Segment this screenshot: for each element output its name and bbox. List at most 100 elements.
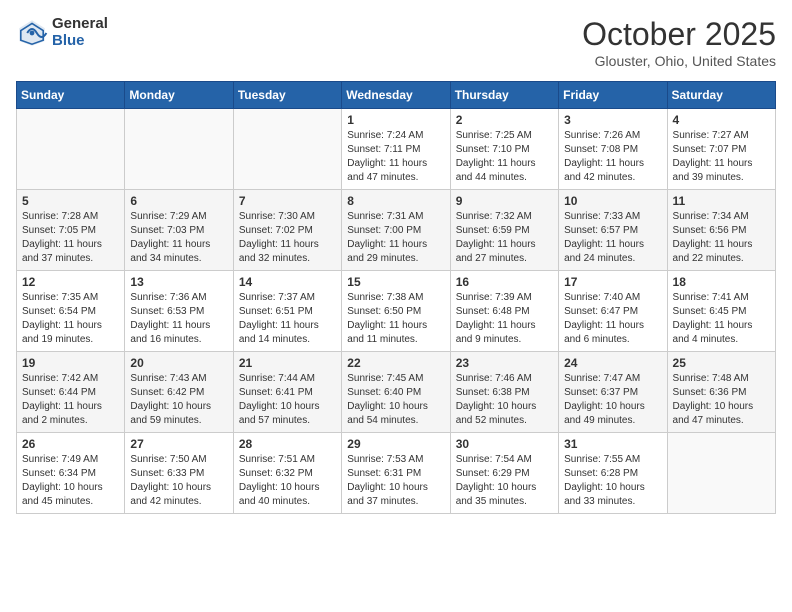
day-number: 16 [456,275,553,289]
day-info: Sunrise: 7:54 AMSunset: 6:29 PMDaylight:… [456,453,553,509]
logo-icon [16,17,48,49]
calendar-day-26: 26Sunrise: 7:49 AMSunset: 6:34 PMDayligh… [17,433,125,514]
day-info: Sunrise: 7:43 AMSunset: 6:42 PMDaylight:… [130,372,227,428]
calendar-day-14: 14 Sunrise: 7:37 AMSunset: 6:51 PMDayligh… [233,271,341,352]
day-info: Sunrise: 7:37 AMSunset: 6:51 PMDaylight:… [239,291,336,347]
location-text: Glouster, Ohio, United States [582,53,776,69]
weekday-header-tuesday: Tuesday [233,82,341,109]
calendar-day-5: 5Sunrise: 7:28 AMSunset: 7:05 PMDaylight… [17,190,125,271]
calendar-day-11: 11 Sunrise: 7:34 AMSunset: 6:56 PMDayligh… [667,190,775,271]
calendar-day-28: 28Sunrise: 7:51 AMSunset: 6:32 PMDayligh… [233,433,341,514]
day-number: 8 [347,194,444,208]
calendar-day-21: 21 Sunrise: 7:44 AMSunset: 6:41 PMDayligh… [233,352,341,433]
day-info: Sunrise: 7:53 AMSunset: 6:31 PMDaylight:… [347,453,444,509]
day-number: 5 [22,194,119,208]
calendar-day-7: 7Sunrise: 7:30 AMSunset: 7:02 PMDaylight… [233,190,341,271]
day-info: Sunrise: 7:31 AMSunset: 7:00 PMDaylight:… [347,210,444,266]
day-info: Sunrise: 7:45 AMSunset: 6:40 PMDaylight:… [347,372,444,428]
day-info: Sunrise: 7:35 AMSunset: 6:54 PMDaylight:… [22,291,119,347]
calendar-day-13: 13 Sunrise: 7:36 AMSunset: 6:53 PMDayligh… [125,271,233,352]
logo-text: General Blue [52,16,108,49]
day-info: Sunrise: 7:44 AMSunset: 6:41 PMDaylight:… [239,372,336,428]
calendar-day-8: 8 Sunrise: 7:31 AMSunset: 7:00 PMDaylight… [342,190,450,271]
day-number: 9 [456,194,553,208]
day-number: 29 [347,437,444,451]
calendar-day-15: 15 Sunrise: 7:38 AMSunset: 6:50 PMDayligh… [342,271,450,352]
day-number: 19 [22,356,119,370]
calendar-day-29: 29 Sunrise: 7:53 AMSunset: 6:31 PMDayligh… [342,433,450,514]
day-number: 31 [564,437,661,451]
day-number: 26 [22,437,119,451]
logo: General Blue [16,16,108,49]
weekday-header-thursday: Thursday [450,82,558,109]
calendar-day-16: 16 Sunrise: 7:39 AMSunset: 6:48 PMDayligh… [450,271,558,352]
day-number: 10 [564,194,661,208]
day-info: Sunrise: 7:29 AMSunset: 7:03 PMDaylight:… [130,210,227,266]
calendar-day-24: 24 Sunrise: 7:47 AMSunset: 6:37 PMDayligh… [559,352,667,433]
day-number: 15 [347,275,444,289]
calendar-table: SundayMondayTuesdayWednesdayThursdayFrid… [16,81,776,514]
calendar-day-23: 23 Sunrise: 7:46 AMSunset: 6:38 PMDayligh… [450,352,558,433]
weekday-header-monday: Monday [125,82,233,109]
weekday-header-saturday: Saturday [667,82,775,109]
calendar-day-10: 10 Sunrise: 7:33 AMSunset: 6:57 PMDayligh… [559,190,667,271]
day-info: Sunrise: 7:41 AMSunset: 6:45 PMDaylight:… [673,291,770,347]
day-info: Sunrise: 7:34 AMSunset: 6:56 PMDaylight:… [673,210,770,266]
day-number: 2 [456,113,553,127]
calendar-day-30: 30 Sunrise: 7:54 AMSunset: 6:29 PMDayligh… [450,433,558,514]
calendar-day-empty [233,109,341,190]
day-info: Sunrise: 7:26 AMSunset: 7:08 PMDaylight:… [564,129,661,185]
day-number: 4 [673,113,770,127]
calendar-day-12: 12 Sunrise: 7:35 AMSunset: 6:54 PMDayligh… [17,271,125,352]
day-number: 1 [347,113,444,127]
calendar-day-empty [125,109,233,190]
day-number: 17 [564,275,661,289]
day-info: Sunrise: 7:36 AMSunset: 6:53 PMDaylight:… [130,291,227,347]
calendar-day-empty [667,433,775,514]
day-info: Sunrise: 7:33 AMSunset: 6:57 PMDaylight:… [564,210,661,266]
day-number: 30 [456,437,553,451]
day-number: 13 [130,275,227,289]
calendar-day-22: 22Sunrise: 7:45 AMSunset: 6:40 PMDayligh… [342,352,450,433]
day-info: Sunrise: 7:46 AMSunset: 6:38 PMDaylight:… [456,372,553,428]
day-info: Sunrise: 7:47 AMSunset: 6:37 PMDaylight:… [564,372,661,428]
calendar-day-9: 9Sunrise: 7:32 AMSunset: 6:59 PMDaylight… [450,190,558,271]
calendar-day-4: 4 Sunrise: 7:27 AMSunset: 7:07 PMDaylight… [667,109,775,190]
calendar-week-row: 12 Sunrise: 7:35 AMSunset: 6:54 PMDayligh… [17,271,776,352]
calendar-week-row: 26Sunrise: 7:49 AMSunset: 6:34 PMDayligh… [17,433,776,514]
title-block: October 2025 Glouster, Ohio, United Stat… [582,16,776,69]
calendar-week-row: 5Sunrise: 7:28 AMSunset: 7:05 PMDaylight… [17,190,776,271]
calendar-day-empty [17,109,125,190]
calendar-day-19: 19Sunrise: 7:42 AMSunset: 6:44 PMDayligh… [17,352,125,433]
day-info: Sunrise: 7:27 AMSunset: 7:07 PMDaylight:… [673,129,770,185]
page-header: General Blue October 2025 Glouster, Ohio… [16,16,776,69]
day-info: Sunrise: 7:39 AMSunset: 6:48 PMDaylight:… [456,291,553,347]
day-number: 25 [673,356,770,370]
weekday-header-friday: Friday [559,82,667,109]
day-info: Sunrise: 7:55 AMSunset: 6:28 PMDaylight:… [564,453,661,509]
day-info: Sunrise: 7:51 AMSunset: 6:32 PMDaylight:… [239,453,336,509]
month-title: October 2025 [582,16,776,53]
calendar-day-17: 17Sunrise: 7:40 AMSunset: 6:47 PMDayligh… [559,271,667,352]
day-number: 6 [130,194,227,208]
logo-general-text: General [52,16,108,33]
calendar-day-18: 18 Sunrise: 7:41 AMSunset: 6:45 PMDayligh… [667,271,775,352]
day-number: 20 [130,356,227,370]
calendar-day-20: 20 Sunrise: 7:43 AMSunset: 6:42 PMDayligh… [125,352,233,433]
day-number: 12 [22,275,119,289]
day-number: 23 [456,356,553,370]
weekday-header-wednesday: Wednesday [342,82,450,109]
day-number: 14 [239,275,336,289]
day-number: 27 [130,437,227,451]
calendar-day-27: 27 Sunrise: 7:50 AMSunset: 6:33 PMDayligh… [125,433,233,514]
day-number: 11 [673,194,770,208]
day-number: 18 [673,275,770,289]
day-info: Sunrise: 7:50 AMSunset: 6:33 PMDaylight:… [130,453,227,509]
day-info: Sunrise: 7:38 AMSunset: 6:50 PMDaylight:… [347,291,444,347]
day-info: Sunrise: 7:24 AMSunset: 7:11 PMDaylight:… [347,129,444,185]
weekday-header-row: SundayMondayTuesdayWednesdayThursdayFrid… [17,82,776,109]
day-number: 21 [239,356,336,370]
calendar-day-1: 1 Sunrise: 7:24 AMSunset: 7:11 PMDaylight… [342,109,450,190]
day-number: 24 [564,356,661,370]
day-info: Sunrise: 7:48 AMSunset: 6:36 PMDaylight:… [673,372,770,428]
